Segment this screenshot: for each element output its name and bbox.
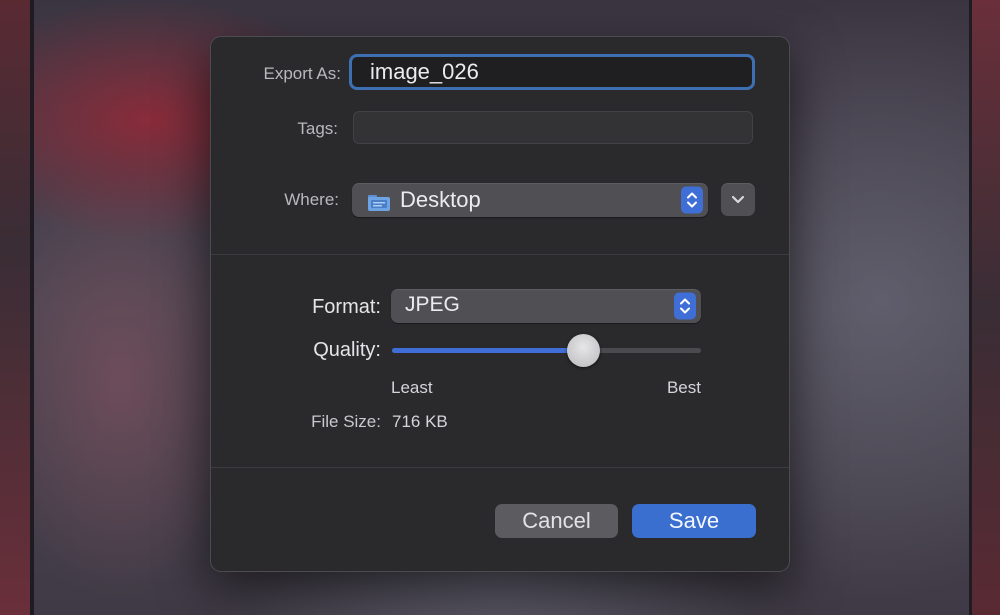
tags-label: Tags: [297, 119, 338, 138]
folder-icon [368, 191, 390, 211]
quality-slider[interactable] [392, 334, 701, 367]
separator [211, 467, 789, 468]
cancel-button[interactable]: Cancel [495, 504, 618, 538]
save-button[interactable]: Save [632, 504, 756, 538]
quality-slider-knob[interactable] [567, 334, 601, 367]
format-popup-button[interactable]: JPEG [391, 289, 701, 323]
export-filename-input[interactable] [349, 54, 755, 90]
quality-label: Quality: [313, 339, 381, 361]
expand-button[interactable] [721, 183, 755, 216]
separator [211, 254, 789, 255]
format-value: JPEG [405, 293, 460, 316]
window-edge-left [0, 0, 30, 615]
up-down-chevron-icon [681, 186, 703, 214]
window-edge-right-border [969, 0, 972, 615]
where-label: Where: [284, 190, 339, 209]
tags-input[interactable] [353, 111, 753, 144]
format-label: Format: [312, 296, 381, 318]
where-popup-button[interactable]: Desktop [352, 183, 708, 217]
file-size-label: File Size: [311, 412, 381, 431]
file-size-value: 716 KB [392, 412, 448, 431]
up-down-chevron-icon [674, 292, 696, 320]
window-edge-right [972, 0, 1000, 615]
quality-min-label: Least [391, 378, 433, 397]
export-as-label: Export As: [263, 64, 341, 83]
quality-slider-fill [392, 348, 584, 353]
export-dialog: Export As: Tags: Where: Desktop [210, 36, 790, 572]
quality-max-label: Best [666, 378, 701, 397]
window-edge-left-border [30, 0, 34, 615]
chevron-down-icon [721, 195, 755, 220]
where-value: Desktop [400, 187, 481, 212]
